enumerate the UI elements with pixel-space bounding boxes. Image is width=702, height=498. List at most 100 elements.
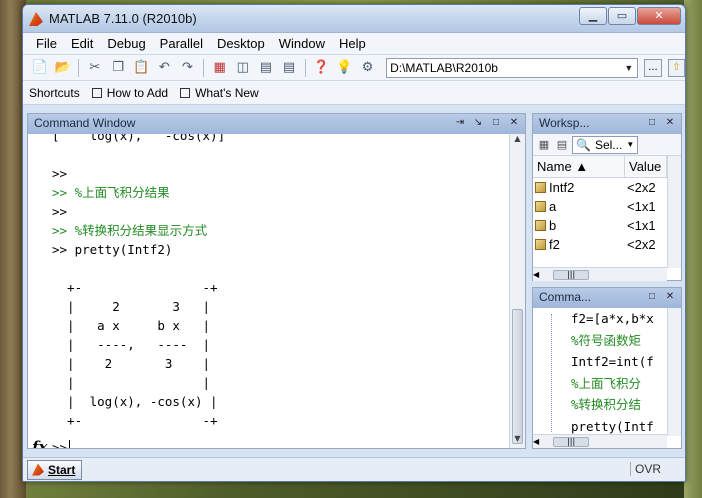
column-name[interactable]: Name ▲ (533, 156, 625, 177)
shortcut-arrow-icon (91, 87, 102, 98)
matlab-window: MATLAB 7.11.0 (R2010b) ▁ ▭ ✕ File Edit D… (22, 4, 686, 482)
new-file-icon[interactable]: 📄 (29, 58, 50, 78)
workspace-vscroll[interactable] (667, 156, 681, 268)
command-window-scrollbar[interactable]: ▲ ▼ (509, 134, 525, 448)
undo-icon[interactable]: ↶ (154, 58, 175, 78)
scroll-thumb[interactable]: ||| (553, 436, 590, 447)
background-right (684, 0, 702, 498)
current-folder-input[interactable]: D:\MATLAB\R2010b ▼ (386, 57, 639, 78)
maximize-panel-icon[interactable]: □ (645, 116, 659, 130)
workspace-variable-row[interactable]: b <1x1 (533, 216, 667, 235)
scroll-down-icon[interactable]: ▼ (510, 434, 525, 448)
workspace-header[interactable]: Worksp... □ ✕ (533, 114, 681, 134)
workspace-table: Name ▲ Value Intf2 <2x2 a <1x1 b <1x1 f2 <2x2 (533, 156, 667, 254)
cut-icon[interactable]: ✂ (84, 58, 105, 78)
browse-folder-button[interactable]: ... (644, 58, 662, 77)
history-entry[interactable]: f2=[a*x,b*x (571, 308, 667, 330)
folder-up-icon[interactable]: ⇧ (667, 58, 685, 77)
undock-icon[interactable]: ⇥ (453, 116, 467, 130)
scroll-left-icon[interactable]: ◀ (533, 437, 539, 446)
shortcuts-label[interactable]: Shortcuts (29, 86, 80, 100)
command-output-line: >> pretty(Intf2) (52, 242, 173, 257)
plot-select-dropdown[interactable]: 🔍 Sel... ▼ (572, 135, 639, 154)
command-output-line: | 2 3 | (52, 356, 211, 371)
menu-parallel[interactable]: Parallel (153, 36, 210, 51)
fx-icon[interactable]: fx (32, 438, 47, 448)
menu-file[interactable]: File (29, 36, 64, 51)
history-entry[interactable]: Intf2=int(f (571, 351, 667, 373)
toolbar-divider (203, 58, 205, 77)
help-icon[interactable]: ❓ (311, 58, 332, 78)
scroll-up-icon[interactable]: ▲ (510, 134, 525, 148)
variable-cube-icon (535, 220, 546, 231)
menu-help[interactable]: Help (332, 36, 373, 51)
history-vscroll[interactable] (667, 308, 681, 436)
close-panel-icon[interactable]: ✕ (663, 290, 677, 304)
command-output-line: >> (52, 166, 68, 181)
command-output-line: | a x b x | (52, 318, 211, 333)
shortcut-label: How to Add (106, 85, 169, 100)
new-variable-icon[interactable]: ▦ (536, 137, 552, 153)
title-bar[interactable]: MATLAB 7.11.0 (R2010b) ▁ ▭ ✕ (23, 5, 685, 33)
variable-name: a (549, 199, 557, 214)
command-window-output[interactable]: [ log(x), -cos(x)] >> >> %上面飞积分结果 >> >> %转换积… (28, 134, 509, 448)
close-panel-icon[interactable]: ✕ (507, 116, 521, 130)
history-entry[interactable]: %符号函数矩 (571, 330, 667, 352)
history-entry[interactable]: %转换积分结 (571, 394, 667, 416)
history-entry[interactable]: %上面飞积分 (571, 373, 667, 395)
window-title: MATLAB 7.11.0 (R2010b) (49, 11, 197, 26)
variable-name-cell: Intf2 (533, 178, 625, 197)
settings-icon[interactable]: ⚙ (357, 58, 378, 78)
command-output-line: >> (52, 204, 68, 219)
maximize-panel-icon[interactable]: □ (645, 290, 659, 304)
workspace-variable-row[interactable]: Intf2 <2x2 (533, 178, 667, 197)
menu-window[interactable]: Window (272, 36, 332, 51)
maximize-panel-icon[interactable]: □ (489, 116, 503, 130)
open-variable-icon[interactable]: ▤ (554, 137, 570, 153)
menu-edit[interactable]: Edit (64, 36, 100, 51)
history-entry[interactable]: pretty(Intf (571, 416, 667, 435)
minimize-button[interactable]: ▁ (579, 7, 607, 25)
history-hscroll[interactable]: ◀ ||| (533, 434, 667, 448)
copy-icon[interactable]: ❐ (107, 58, 128, 78)
scroll-thumb[interactable] (512, 309, 523, 444)
profiler-icon[interactable]: ▤ (255, 58, 276, 78)
shortcut-arrow-icon (180, 87, 191, 98)
variable-value: <2x2 (627, 237, 656, 252)
start-button[interactable]: Start (27, 459, 83, 480)
command-history-panel: Comma... □ ✕ f2=[a*x,b*x %符号函数矩 Intf2=int(… (532, 287, 682, 449)
chevron-down-icon[interactable]: ▼ (624, 59, 633, 77)
variable-cube-icon (535, 182, 546, 193)
guide-icon[interactable]: ◫ (232, 58, 253, 78)
workspace-variable-row[interactable]: a <1x1 (533, 197, 667, 216)
menu-debug[interactable]: Debug (100, 36, 152, 51)
workspace-table-header: Name ▲ Value (533, 156, 667, 178)
command-history-list: f2=[a*x,b*x %符号函数矩 Intf2=int(f %上面飞积分 %转换积分结… (533, 308, 667, 434)
workspace-variable-row[interactable]: f2 <2x2 (533, 235, 667, 254)
column-value[interactable]: Value (625, 156, 667, 177)
variable-cube-icon (535, 239, 546, 250)
shortcut-whats-new[interactable]: What's New (180, 86, 259, 100)
command-window-header[interactable]: Command Window ⇥ ↘ □ ✕ (28, 114, 525, 134)
command-output-line (52, 259, 509, 278)
lightbulb-icon[interactable]: 💡 (334, 58, 355, 78)
doc-icon[interactable]: ▤ (279, 58, 300, 78)
paste-icon[interactable]: 📋 (131, 58, 152, 78)
maximize-button[interactable]: ▭ (608, 7, 636, 25)
open-folder-icon[interactable]: 📂 (52, 58, 73, 78)
close-panel-icon[interactable]: ✕ (663, 116, 677, 130)
scroll-thumb[interactable]: ||| (553, 269, 590, 280)
variable-name-cell: b (533, 216, 625, 235)
scroll-left-icon[interactable]: ◀ (533, 270, 539, 279)
command-prompt[interactable]: >> (52, 440, 71, 448)
redo-icon[interactable]: ↷ (177, 58, 198, 78)
variable-name: b (549, 218, 557, 233)
workspace-hscroll[interactable]: ◀ ||| (533, 267, 667, 281)
shortcuts-bar: Shortcuts How to Add What's New (23, 81, 685, 105)
menu-desktop[interactable]: Desktop (210, 36, 272, 51)
close-button[interactable]: ✕ (637, 7, 681, 25)
simulink-icon[interactable]: ▦ (209, 58, 230, 78)
dock-arrow-icon[interactable]: ↘ (471, 116, 485, 130)
shortcut-how-to-add[interactable]: How to Add (91, 85, 169, 100)
command-history-header[interactable]: Comma... □ ✕ (533, 288, 681, 308)
